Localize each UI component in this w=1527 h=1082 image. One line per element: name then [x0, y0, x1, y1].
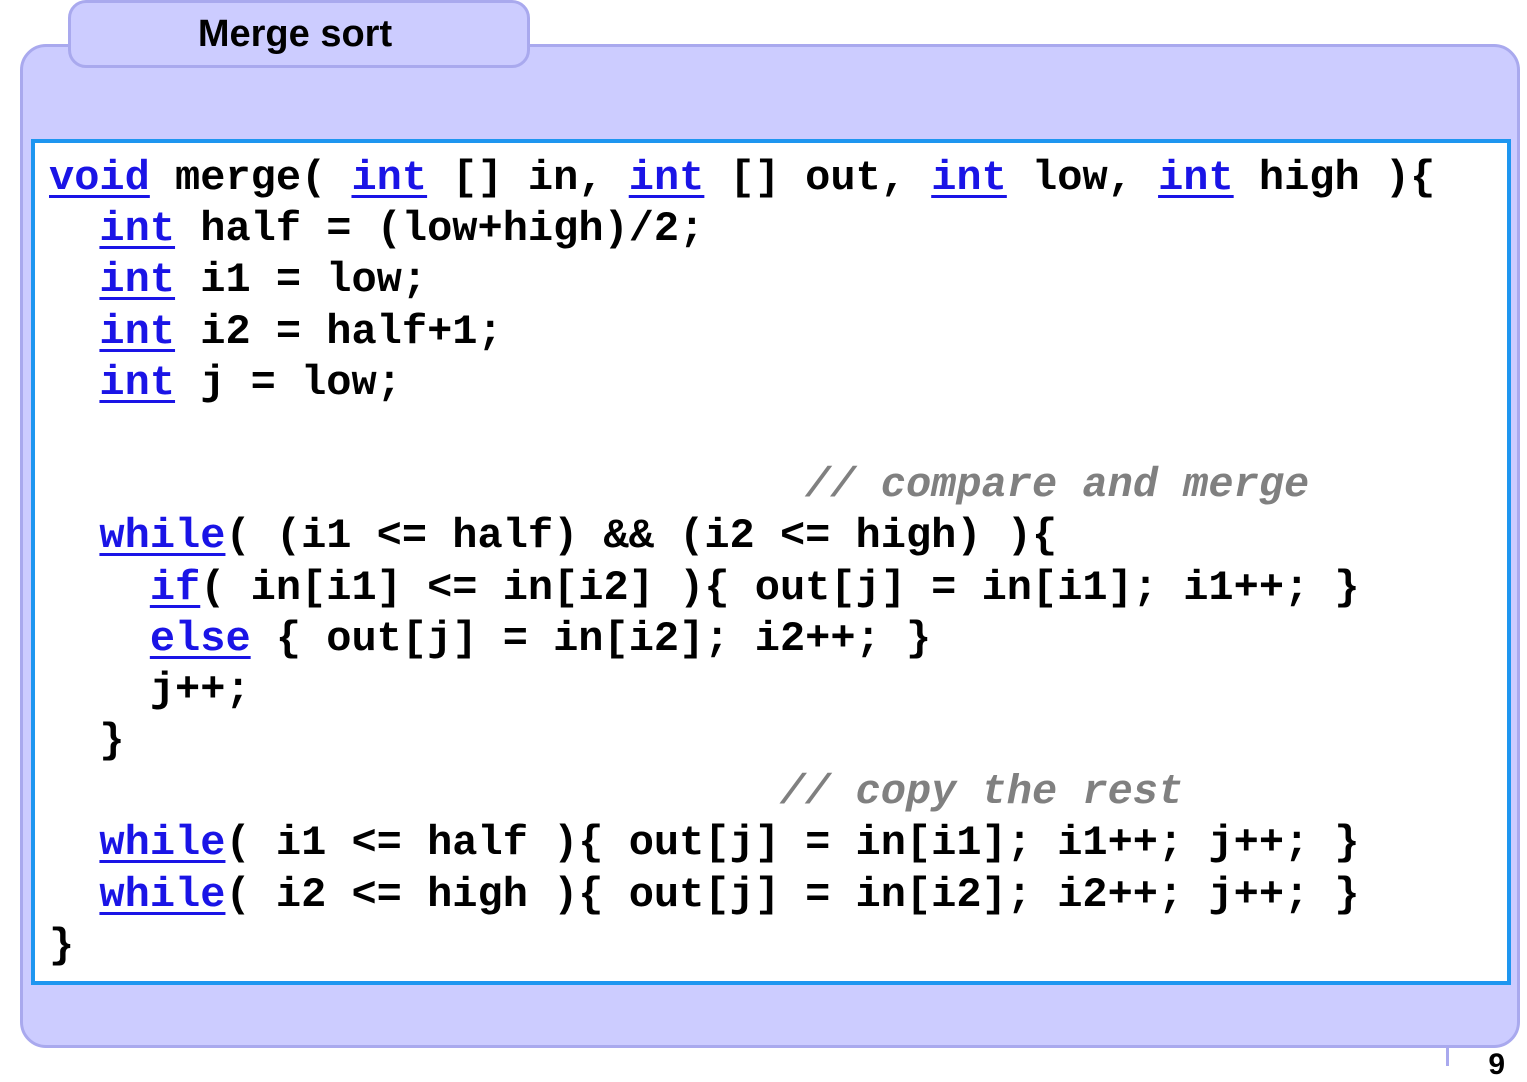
- code-keyword: while: [99, 870, 226, 919]
- code-text: [] in,: [427, 154, 629, 202]
- code-line: // compare and merge: [49, 460, 1435, 511]
- code-text: i1 = low;: [175, 256, 428, 305]
- code-keyword: int: [99, 307, 176, 356]
- code-line: int half = (low+high)/2;: [49, 204, 1435, 255]
- code-line: int i1 = low;: [49, 255, 1435, 306]
- slide-title: Merge sort: [197, 13, 393, 55]
- code-line: else { out[j] = in[i2]; i2++; }: [49, 614, 1435, 665]
- code-keyword: void: [49, 154, 150, 202]
- code-text: }: [49, 921, 75, 970]
- code-line: }: [49, 921, 1435, 972]
- code-text: }: [49, 717, 125, 766]
- code-keyword: else: [149, 614, 251, 663]
- code-comment: // copy the rest: [779, 768, 1184, 817]
- code-comment: // compare and merge: [805, 461, 1310, 510]
- title-tab: Merge sort: [68, 0, 530, 68]
- code-keyword: int: [628, 154, 705, 202]
- code-block: void merge( int [] in, int [] out, int l…: [31, 139, 1511, 985]
- code-keyword: int: [1158, 154, 1234, 202]
- code-text: i2 = half+1;: [175, 307, 503, 356]
- code-text: { out[j] = in[i2]; i2++; }: [250, 614, 932, 663]
- code-keyword: while: [99, 512, 226, 561]
- code-line: while( i1 <= half ){ out[j] = in[i1]; i1…: [49, 818, 1435, 869]
- code-text: high ){: [1233, 154, 1436, 202]
- page-number: 9: [1488, 1048, 1505, 1081]
- code-line: void merge( int [] in, int [] out, int l…: [49, 153, 1435, 204]
- code-line: while( i2 <= high ){ out[j] = in[i2]; i2…: [49, 870, 1435, 921]
- code-line: // copy the rest: [49, 767, 1435, 818]
- code-text: half = (low+high)/2;: [175, 205, 705, 254]
- code-text: low,: [1006, 154, 1159, 202]
- corner-divider: [1446, 1046, 1449, 1066]
- code-text: j++;: [49, 665, 251, 714]
- code-keyword: if: [149, 563, 201, 612]
- code-line: j++;: [49, 665, 1435, 716]
- code-line: int j = low;: [49, 358, 1435, 409]
- code-listing: void merge( int [] in, int [] out, int l…: [49, 153, 1435, 972]
- code-keyword: int: [931, 154, 1007, 202]
- code-text: merge(: [149, 154, 352, 202]
- code-keyword: int: [351, 154, 428, 202]
- code-text: ( i2 <= high ){ out[j] = in[i2]; i2++; j…: [225, 870, 1360, 919]
- code-keyword: int: [99, 205, 176, 254]
- code-line: if( in[i1] <= in[i2] ){ out[j] = in[i1];…: [49, 563, 1435, 614]
- code-text: [] out,: [704, 154, 932, 202]
- code-text: j = low;: [175, 358, 402, 407]
- code-text: ( i1 <= half ){ out[j] = in[i1]; i1++; j…: [225, 819, 1360, 868]
- code-text: ( (i1 <= half) && (i2 <= high) ){: [225, 512, 1058, 561]
- code-text: ( in[i1] <= in[i2] ){ out[j] = in[i1]; i…: [200, 563, 1360, 612]
- code-keyword: while: [99, 819, 226, 868]
- code-keyword: int: [99, 256, 176, 305]
- code-line: }: [49, 716, 1435, 767]
- code-line: while( (i1 <= half) && (i2 <= high) ){: [49, 511, 1435, 562]
- code-line: int i2 = half+1;: [49, 307, 1435, 358]
- code-keyword: int: [99, 358, 176, 407]
